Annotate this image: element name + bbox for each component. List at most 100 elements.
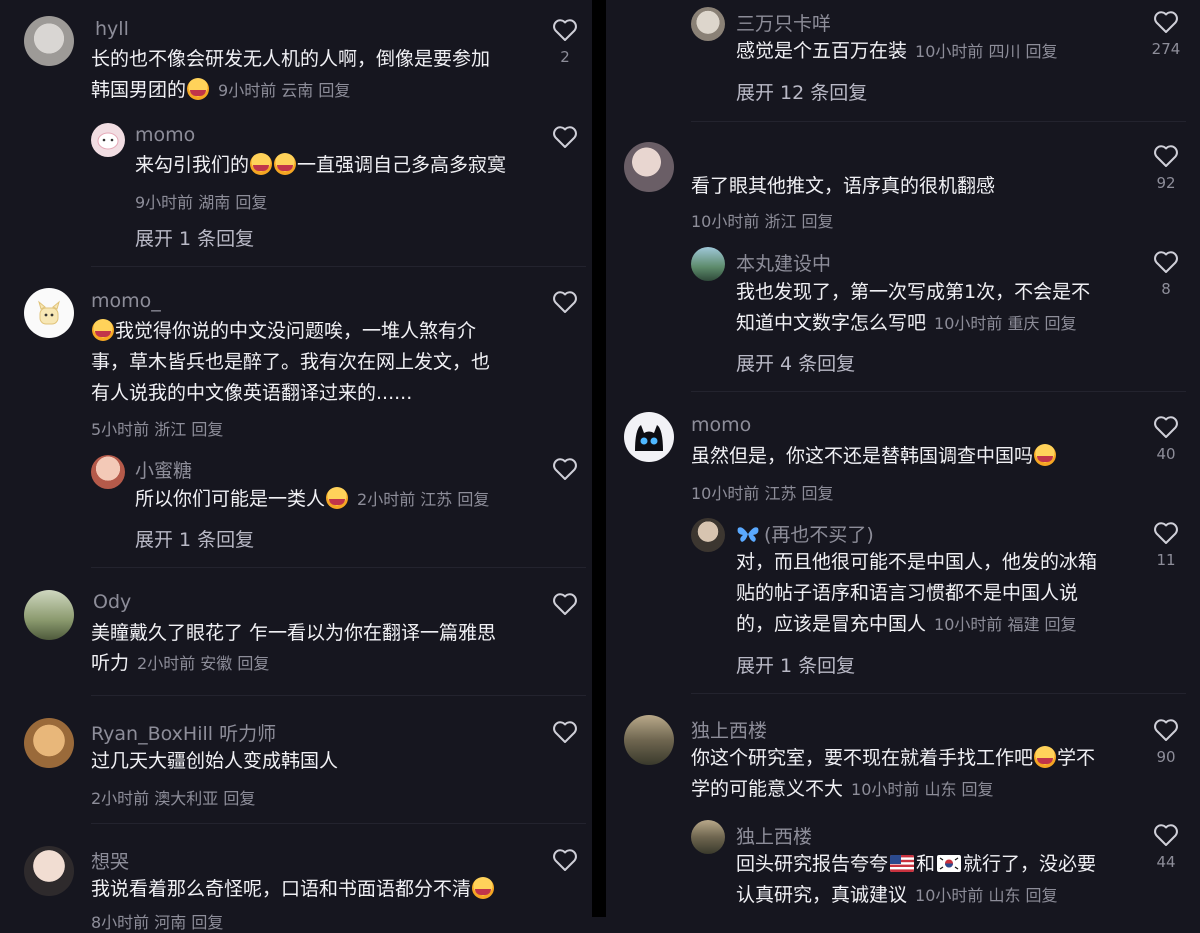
like-count: 274 (1151, 40, 1181, 58)
avatar[interactable] (24, 288, 74, 338)
avatar[interactable] (691, 7, 725, 41)
comment-username[interactable]: 想哭 (91, 847, 129, 874)
like-count: 8 (1161, 280, 1171, 298)
expand-replies-link[interactable]: 展开 1 条回复 (135, 224, 254, 251)
heart-outline-icon (553, 291, 577, 313)
expand-replies-link[interactable]: 展开 1 条回复 (736, 651, 855, 678)
like-button[interactable]: 274 (1146, 10, 1186, 58)
like-button[interactable]: 8 (1146, 250, 1186, 298)
like-button[interactable]: 40 (1146, 415, 1186, 463)
like-count: 44 (1156, 853, 1176, 871)
comment-username[interactable]: momo_ (91, 290, 161, 312)
like-button[interactable] (545, 290, 585, 314)
avatar[interactable] (624, 715, 674, 765)
heart-outline-icon (553, 458, 577, 480)
heart-outline-icon (1154, 251, 1178, 273)
comment-text-line3: 有人说我的中文像英语翻译过来的...... (91, 382, 413, 404)
reply-username[interactable]: 三万只卡咩 (736, 9, 831, 36)
like-button[interactable] (545, 125, 585, 149)
avatar[interactable] (91, 455, 125, 489)
like-count: 40 (1156, 445, 1176, 463)
crying-emoji-icon (326, 487, 349, 509)
comment-text: 你这个研究室，要不现在就着手找工作吧 学不 (691, 746, 1096, 769)
comment-meta: 8小时前 河南 回复 (91, 913, 224, 932)
like-button[interactable]: 92 (1146, 144, 1186, 192)
like-button[interactable]: 11 (1146, 521, 1186, 569)
crying-emoji-icon (274, 153, 297, 175)
comment-text: 我说看着那么奇怪呢，口语和书面语都分不清 (91, 874, 495, 905)
comment-text-line2: 韩国男团的 9小时前 云南 回复 (91, 78, 351, 101)
comment-text: 美瞳戴久了眼花了 乍一看以为你在翻译一篇雅思 (91, 622, 497, 644)
like-count: 92 (1156, 174, 1176, 192)
us-flag-icon (890, 855, 915, 872)
comment-username[interactable]: hyll (95, 18, 129, 40)
reply-username[interactable]: 小蜜糖 (135, 456, 192, 483)
left-comment-column: hyll 长的也不像会研发无人机的人啊，倒像是要参加 韩国男团的 9小时前 云南 … (0, 0, 600, 932)
avatar[interactable] (691, 247, 725, 281)
comment-username[interactable]: 独上西楼 (691, 716, 767, 743)
avatar[interactable] (624, 142, 674, 192)
like-button[interactable]: 44 (1146, 823, 1186, 871)
comment-username[interactable]: momo (691, 414, 751, 436)
avatar[interactable] (691, 518, 725, 552)
like-button[interactable]: 2 (545, 18, 585, 66)
divider (91, 266, 586, 267)
comment-text-line2: 事，草木皆兵也是醉了。我有次在网上发文，也 (91, 351, 491, 373)
heart-outline-icon (1154, 145, 1178, 167)
divider (91, 695, 586, 696)
expand-replies-link[interactable]: 展开 12 条回复 (736, 78, 867, 105)
like-button[interactable] (545, 720, 585, 744)
expand-replies-link[interactable]: 展开 1 条回复 (135, 525, 254, 552)
comment-text: 我觉得你说的中文没问题唉，一堆人煞有介 (91, 316, 476, 347)
heart-outline-icon (553, 593, 577, 615)
reply-username[interactable]: 本丸建设中 (736, 249, 831, 276)
reply-text: 对，而且他很可能不是中国人，他发的冰箱 (736, 551, 1098, 573)
heart-outline-icon (553, 126, 577, 148)
reply-username[interactable]: momo (135, 124, 195, 146)
crying-emoji-icon (92, 319, 114, 341)
butterfly-icon (737, 527, 759, 542)
comment-username[interactable]: Ody (93, 591, 131, 613)
crying-emoji-icon (1034, 746, 1057, 768)
heart-outline-icon (553, 849, 577, 871)
crying-emoji-icon (1034, 444, 1057, 466)
right-comment-column: 三万只卡咩 感觉是个五百万在装 10小时前 四川 回复 展开 12 条回复 274… (600, 0, 1200, 917)
reply-text-line2: 认真研究，真诚建议 10小时前 山东 回复 (736, 884, 1058, 906)
avatar[interactable] (691, 820, 725, 854)
like-count: 11 (1156, 551, 1176, 569)
reply-text: 回头研究报告夸夸和就行了，没必要 (736, 853, 1097, 875)
reply-username[interactable]: (再也不买了) (736, 520, 874, 547)
reply-meta: 9小时前 湖南 回复 (135, 193, 268, 212)
avatar[interactable] (24, 846, 74, 896)
crying-emoji-icon (250, 153, 273, 175)
comment-username[interactable]: Ryan_BoxHill 听力师 (91, 719, 276, 746)
reply-text-line3: 的，应该是冒充中国人 10小时前 福建 回复 (736, 613, 1077, 635)
avatar[interactable] (91, 123, 125, 157)
like-button[interactable] (545, 457, 585, 481)
comment-meta: 2小时前 澳大利亚 回复 (91, 789, 256, 808)
comment-text: 虽然但是，你这不还是替韩国调查中国吗 (691, 441, 1057, 472)
like-button[interactable]: 90 (1146, 718, 1186, 766)
avatar[interactable] (24, 718, 74, 768)
divider (691, 693, 1186, 694)
reply-text-line2: 贴的帖子语序和语言习惯都不是中国人说 (736, 582, 1079, 604)
comment-meta: 10小时前 浙江 回复 (691, 212, 834, 231)
heart-outline-icon (1154, 416, 1178, 438)
comment-text-line2: 听力 2小时前 安徽 回复 (91, 652, 270, 674)
comment-text: 看了眼其他推文，语序真的很机翻感 (691, 175, 996, 197)
expand-replies-link[interactable]: 展开 4 条回复 (736, 349, 855, 376)
divider (691, 121, 1186, 122)
avatar[interactable] (24, 16, 74, 66)
heart-outline-icon (553, 721, 577, 743)
korea-flag-icon (937, 855, 962, 872)
crying-emoji-icon (187, 78, 210, 100)
reply-text: 我也发现了，第一次写成第1次，不会是不 (736, 281, 1091, 303)
heart-outline-icon (1154, 824, 1178, 846)
reply-username[interactable]: 独上西楼 (736, 822, 812, 849)
like-count: 90 (1156, 748, 1176, 766)
heart-outline-icon (553, 19, 577, 41)
like-button[interactable] (545, 592, 585, 616)
like-button[interactable] (545, 848, 585, 872)
avatar[interactable] (24, 590, 74, 640)
avatar[interactable] (624, 412, 674, 462)
